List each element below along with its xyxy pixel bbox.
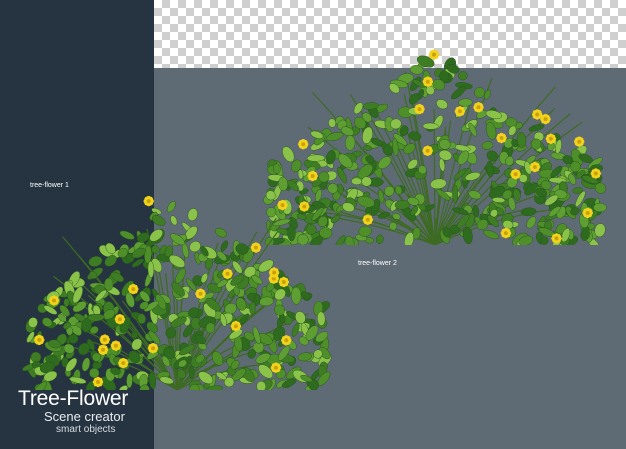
brand-subtitle: Scene creator xyxy=(44,409,125,424)
preview-canvas: tree-flower 1 tree-flower 2 Tree-Flower … xyxy=(0,0,626,449)
branding-block: Tree-Flower Scene creator smart objects xyxy=(18,387,129,436)
tree-flower-1-image xyxy=(22,195,332,390)
brand-tagline: smart objects xyxy=(56,424,116,435)
tree-flower-1-label: tree-flower 1 xyxy=(30,182,69,189)
tree-flower-2-label: tree-flower 2 xyxy=(358,260,397,267)
brand-title: Tree-Flower xyxy=(18,387,129,410)
